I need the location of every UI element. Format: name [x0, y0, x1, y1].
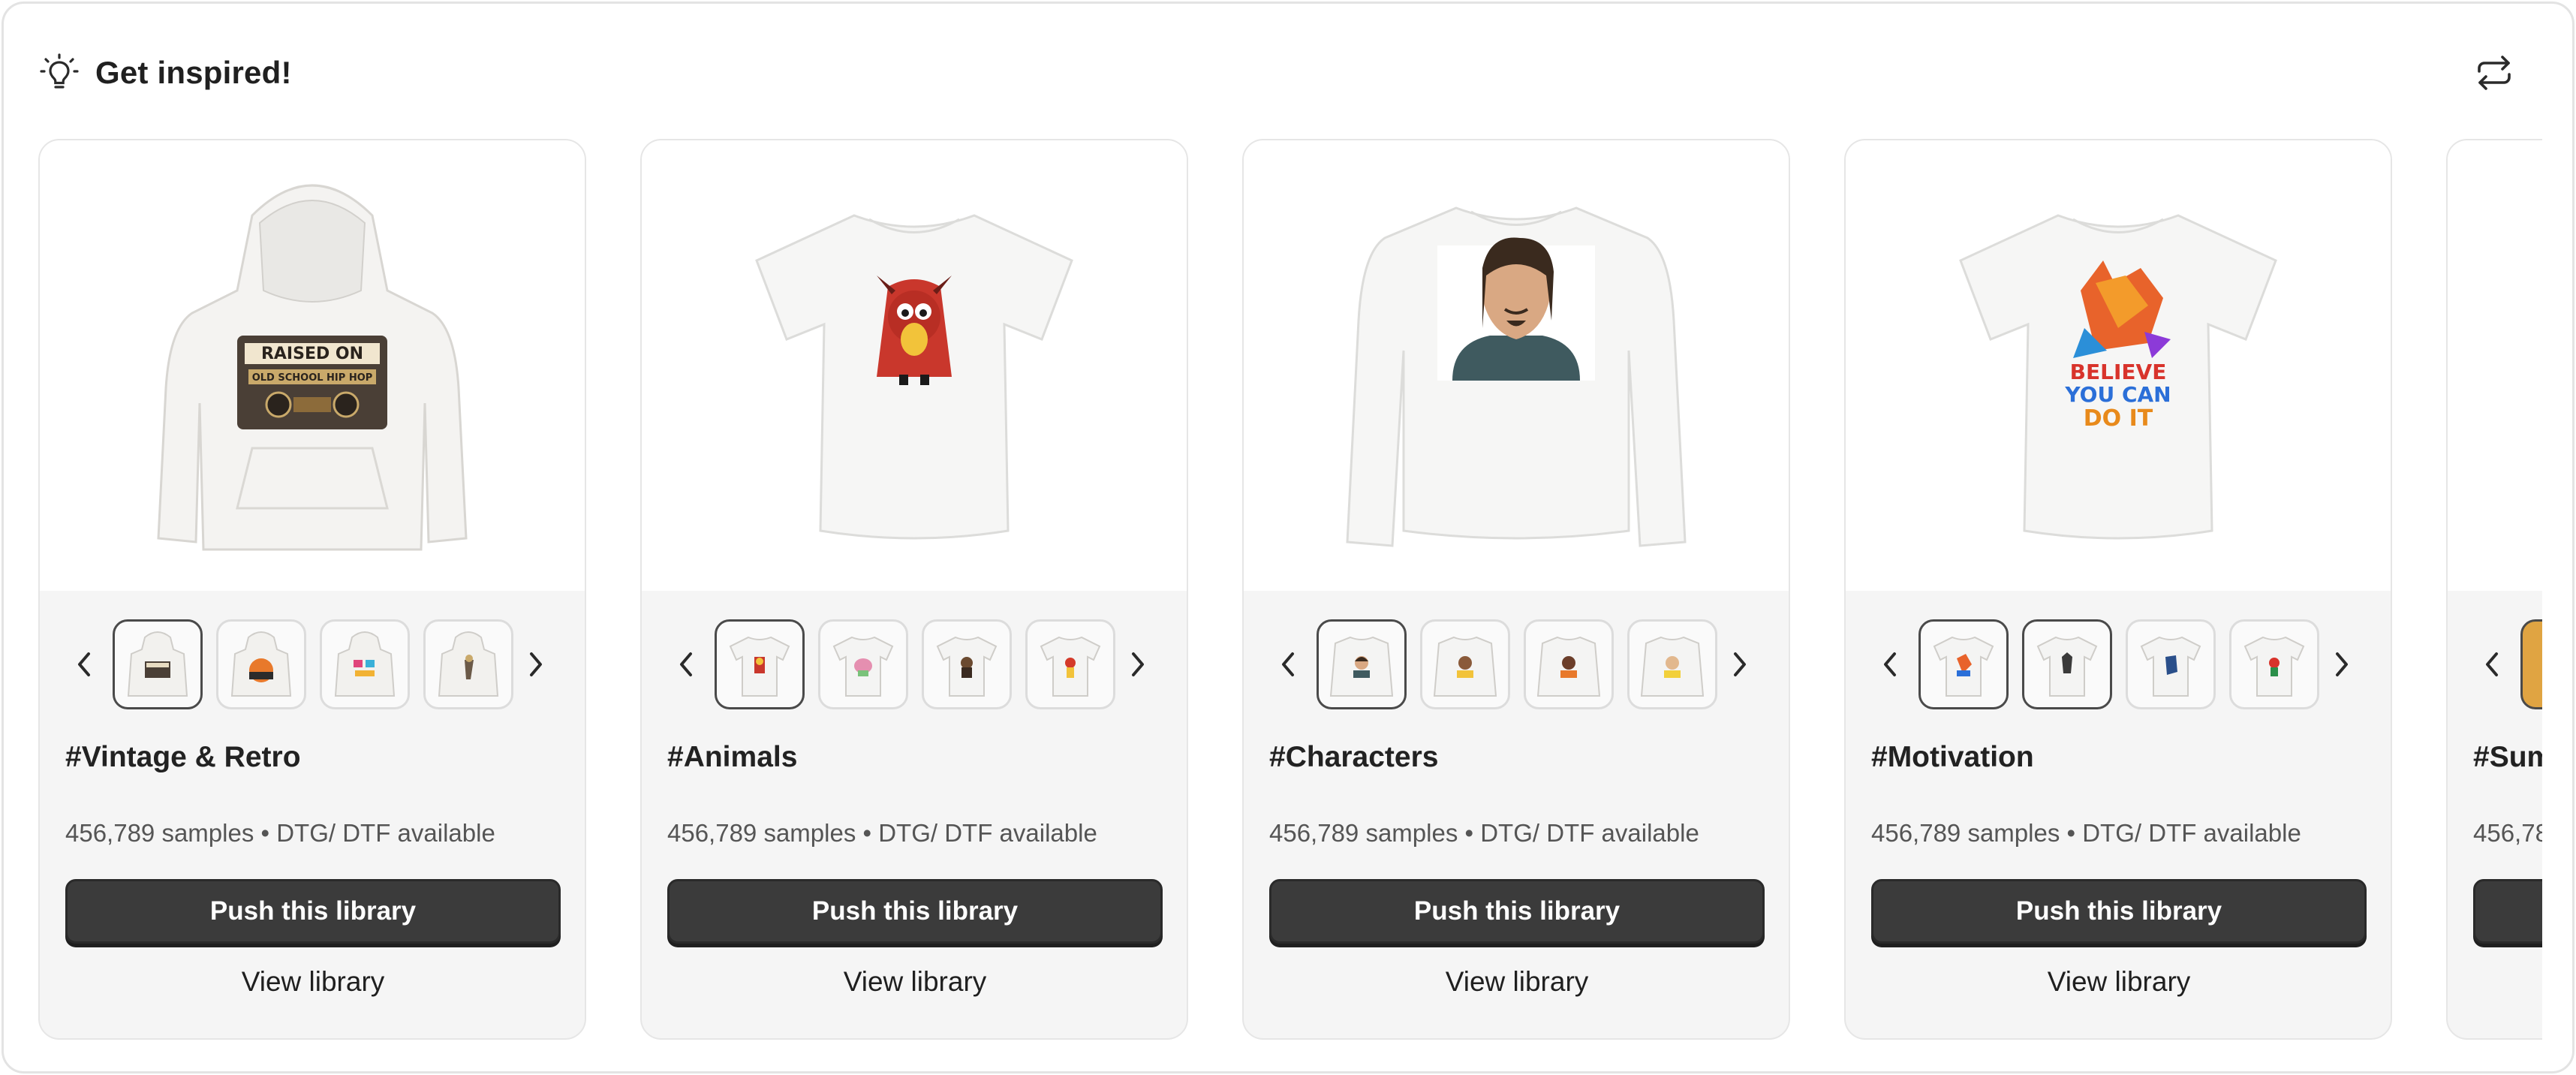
chevron-left-icon — [680, 652, 692, 676]
chevron-right-icon — [1132, 652, 1144, 676]
chevron-right-icon — [530, 652, 542, 676]
next-thumbnail-button[interactable] — [2319, 640, 2364, 688]
thumbnail[interactable] — [1025, 619, 1115, 709]
product-image: BELIEVE YOU CAN DO IT — [1846, 140, 2391, 591]
view-library-link[interactable]: View library — [65, 956, 561, 1008]
product-image — [1244, 140, 1789, 591]
push-library-button[interactable] — [2473, 879, 2542, 944]
library-card-partial: #Sum 456,78 — [2446, 139, 2542, 1040]
thumbnail[interactable] — [1627, 619, 1717, 709]
thumbnail-strip — [40, 618, 585, 711]
thumbnail[interactable] — [1524, 619, 1614, 709]
prev-thumbnail-button[interactable] — [1868, 640, 1913, 688]
product-image — [2448, 140, 2542, 591]
thumbnail[interactable] — [2520, 619, 2542, 709]
card-title: #Characters — [1269, 741, 1439, 773]
thumbnail[interactable] — [216, 619, 306, 709]
library-card-characters: #Characters 456,789 samples • DTG/ DTF a… — [1242, 139, 1790, 1040]
hero-design-line-2: OLD SCHOOL HIP HOP — [252, 372, 373, 384]
prev-thumbnail-button[interactable] — [1266, 640, 1311, 688]
inspiration-panel: Get inspired! RAISED ON OLD SCHOOL HIP H… — [2, 2, 2574, 1073]
chevron-left-icon — [2486, 652, 2498, 676]
lightbulb-icon — [37, 50, 82, 95]
card-meta: 456,789 samples • DTG/ DTF available — [1871, 819, 2301, 847]
library-card-animals: #Animals 456,789 samples • DTG/ DTF avai… — [640, 139, 1188, 1040]
next-thumbnail-button[interactable] — [1115, 640, 1160, 688]
view-library-link[interactable]: View library — [1871, 956, 2367, 1008]
thumbnail[interactable] — [2229, 619, 2319, 709]
push-library-button[interactable]: Push this library — [667, 879, 1163, 944]
card-title: #Sum — [2473, 741, 2542, 773]
thumbnail-strip — [1244, 618, 1789, 711]
hero-design-line-1: RAISED ON — [261, 345, 363, 363]
thumbnail[interactable] — [2126, 619, 2216, 709]
card-meta: 456,789 samples • DTG/ DTF available — [65, 819, 495, 847]
chevron-left-icon — [1282, 652, 1294, 676]
product-image: RAISED ON OLD SCHOOL HIP HOP — [40, 140, 585, 591]
thumbnail-strip — [1846, 618, 2391, 711]
card-title: #Vintage & Retro — [65, 741, 301, 773]
section-title: Get inspired! — [95, 55, 292, 90]
section-header: Get inspired! — [37, 49, 292, 97]
chevron-right-icon — [2336, 652, 2348, 676]
view-library-link[interactable]: View library — [667, 956, 1163, 1008]
card-meta: 456,789 samples • DTG/ DTF available — [667, 819, 1097, 847]
thumbnail[interactable] — [113, 619, 203, 709]
chevron-left-icon — [78, 652, 90, 676]
chevron-right-icon — [1734, 652, 1746, 676]
hero-design-line-2: YOU CAN — [2064, 382, 2171, 407]
prev-thumbnail-button[interactable] — [2470, 640, 2515, 688]
thumbnail-strip — [2448, 618, 2542, 711]
push-library-button[interactable]: Push this library — [1269, 879, 1765, 944]
card-title: #Animals — [667, 741, 798, 773]
thumbnail[interactable] — [320, 619, 410, 709]
hero-design-line-3: DO IT — [2084, 405, 2153, 432]
next-thumbnail-button[interactable] — [513, 640, 558, 688]
thumbnail[interactable] — [818, 619, 908, 709]
thumbnail[interactable] — [423, 619, 513, 709]
thumbnail[interactable] — [1317, 619, 1407, 709]
chevron-left-icon — [1884, 652, 1896, 676]
next-thumbnail-button[interactable] — [1717, 640, 1762, 688]
thumbnail[interactable] — [715, 619, 805, 709]
push-library-button[interactable]: Push this library — [1871, 879, 2367, 944]
view-library-link[interactable]: View library — [1269, 956, 1765, 1008]
prev-thumbnail-button[interactable] — [664, 640, 709, 688]
prev-thumbnail-button[interactable] — [62, 640, 107, 688]
thumbnail[interactable] — [1918, 619, 2009, 709]
library-card-vintage-retro: RAISED ON OLD SCHOOL HIP HOP #Vintage & … — [38, 139, 586, 1040]
thumbnail[interactable] — [1420, 619, 1510, 709]
product-image — [642, 140, 1187, 591]
thumbnail-strip — [642, 618, 1187, 711]
push-library-button[interactable]: Push this library — [65, 879, 561, 944]
refresh-button[interactable] — [2467, 47, 2521, 98]
card-meta: 456,789 samples • DTG/ DTF available — [1269, 819, 1699, 847]
library-card-motivation: BELIEVE YOU CAN DO IT #Motivation 456,78… — [1844, 139, 2392, 1040]
hero-design-line-1: BELIEVE — [2070, 360, 2167, 384]
refresh-icon — [2478, 56, 2511, 90]
card-title: #Motivation — [1871, 741, 2034, 773]
thumbnail[interactable] — [922, 619, 1012, 709]
card-meta: 456,78 — [2473, 819, 2542, 847]
thumbnail[interactable] — [2022, 619, 2112, 709]
library-carousel: RAISED ON OLD SCHOOL HIP HOP #Vintage & … — [38, 139, 2542, 1043]
